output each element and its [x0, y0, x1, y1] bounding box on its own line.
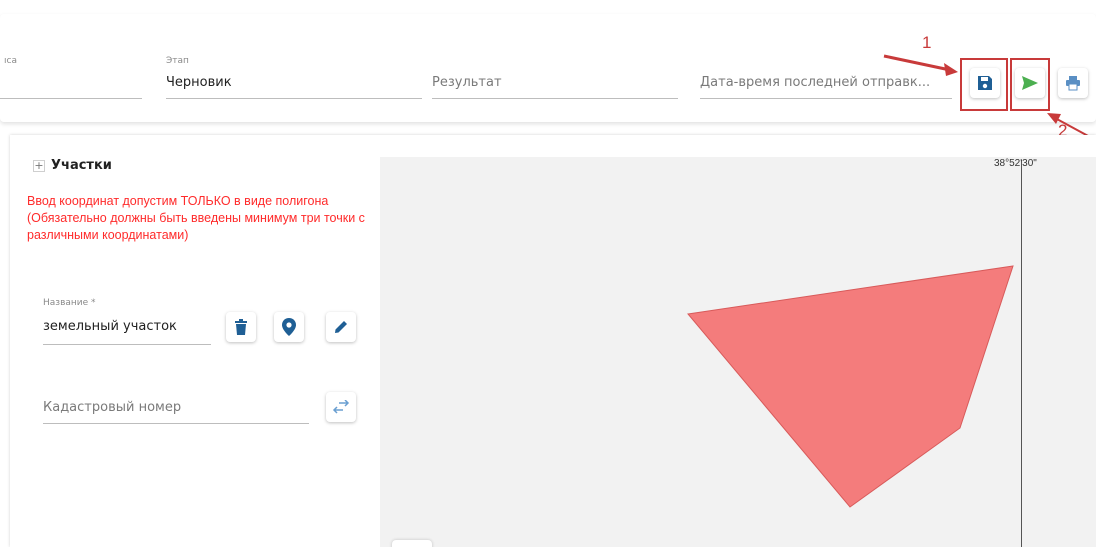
- stage-value: Черновик: [166, 75, 232, 90]
- pencil-icon: [335, 321, 347, 333]
- plot-name-field[interactable]: Название * земельный участок: [43, 298, 211, 346]
- plots-section-header[interactable]: + Участки: [33, 158, 112, 173]
- plots-section-title: Участки: [51, 158, 112, 173]
- document-header: ıса Этап Черновик Результат Дата-время п…: [0, 14, 1096, 122]
- printer-icon: [1066, 76, 1080, 91]
- annotation-number-1: 1: [922, 33, 932, 52]
- plot-name-value: земельный участок: [43, 319, 177, 334]
- print-button[interactable]: [1058, 68, 1088, 98]
- delete-plot-button[interactable]: [226, 312, 256, 342]
- save-highlight-box: [960, 58, 1008, 111]
- cadastral-number-field[interactable]: Кадастровый номер: [43, 381, 309, 429]
- last-sent-field[interactable]: Дата-время последней отправк...: [700, 56, 952, 104]
- trash-icon: [235, 319, 247, 335]
- longitude-label: 38°52'30": [994, 158, 1037, 169]
- stage-field[interactable]: Этап Черновик: [166, 56, 422, 104]
- polygon-warning: Ввод координат допустим ТОЛЬКО в виде по…: [27, 194, 365, 242]
- stage-label: Этап: [166, 56, 189, 66]
- map-view[interactable]: [380, 157, 1096, 547]
- swap-arrows-icon: [332, 400, 350, 414]
- expand-plus-icon[interactable]: +: [33, 159, 45, 172]
- locate-plot-button[interactable]: [274, 312, 304, 342]
- cadastral-number-placeholder: Кадастровый номер: [43, 400, 182, 415]
- swap-button[interactable]: [326, 392, 356, 422]
- send-highlight-box: [1010, 58, 1050, 111]
- last-sent-placeholder: Дата-время последней отправк...: [700, 75, 931, 90]
- map-zoom-control[interactable]: [392, 540, 432, 547]
- partial-field-label: ıса: [4, 56, 17, 66]
- plot-name-label: Название *: [43, 298, 96, 308]
- map-marker-icon: [282, 318, 296, 336]
- edit-plot-button[interactable]: [326, 312, 356, 342]
- meridian-line: [1021, 160, 1022, 547]
- partial-field: ıса: [0, 56, 142, 104]
- result-placeholder: Результат: [432, 75, 502, 90]
- result-field[interactable]: Результат: [432, 56, 678, 104]
